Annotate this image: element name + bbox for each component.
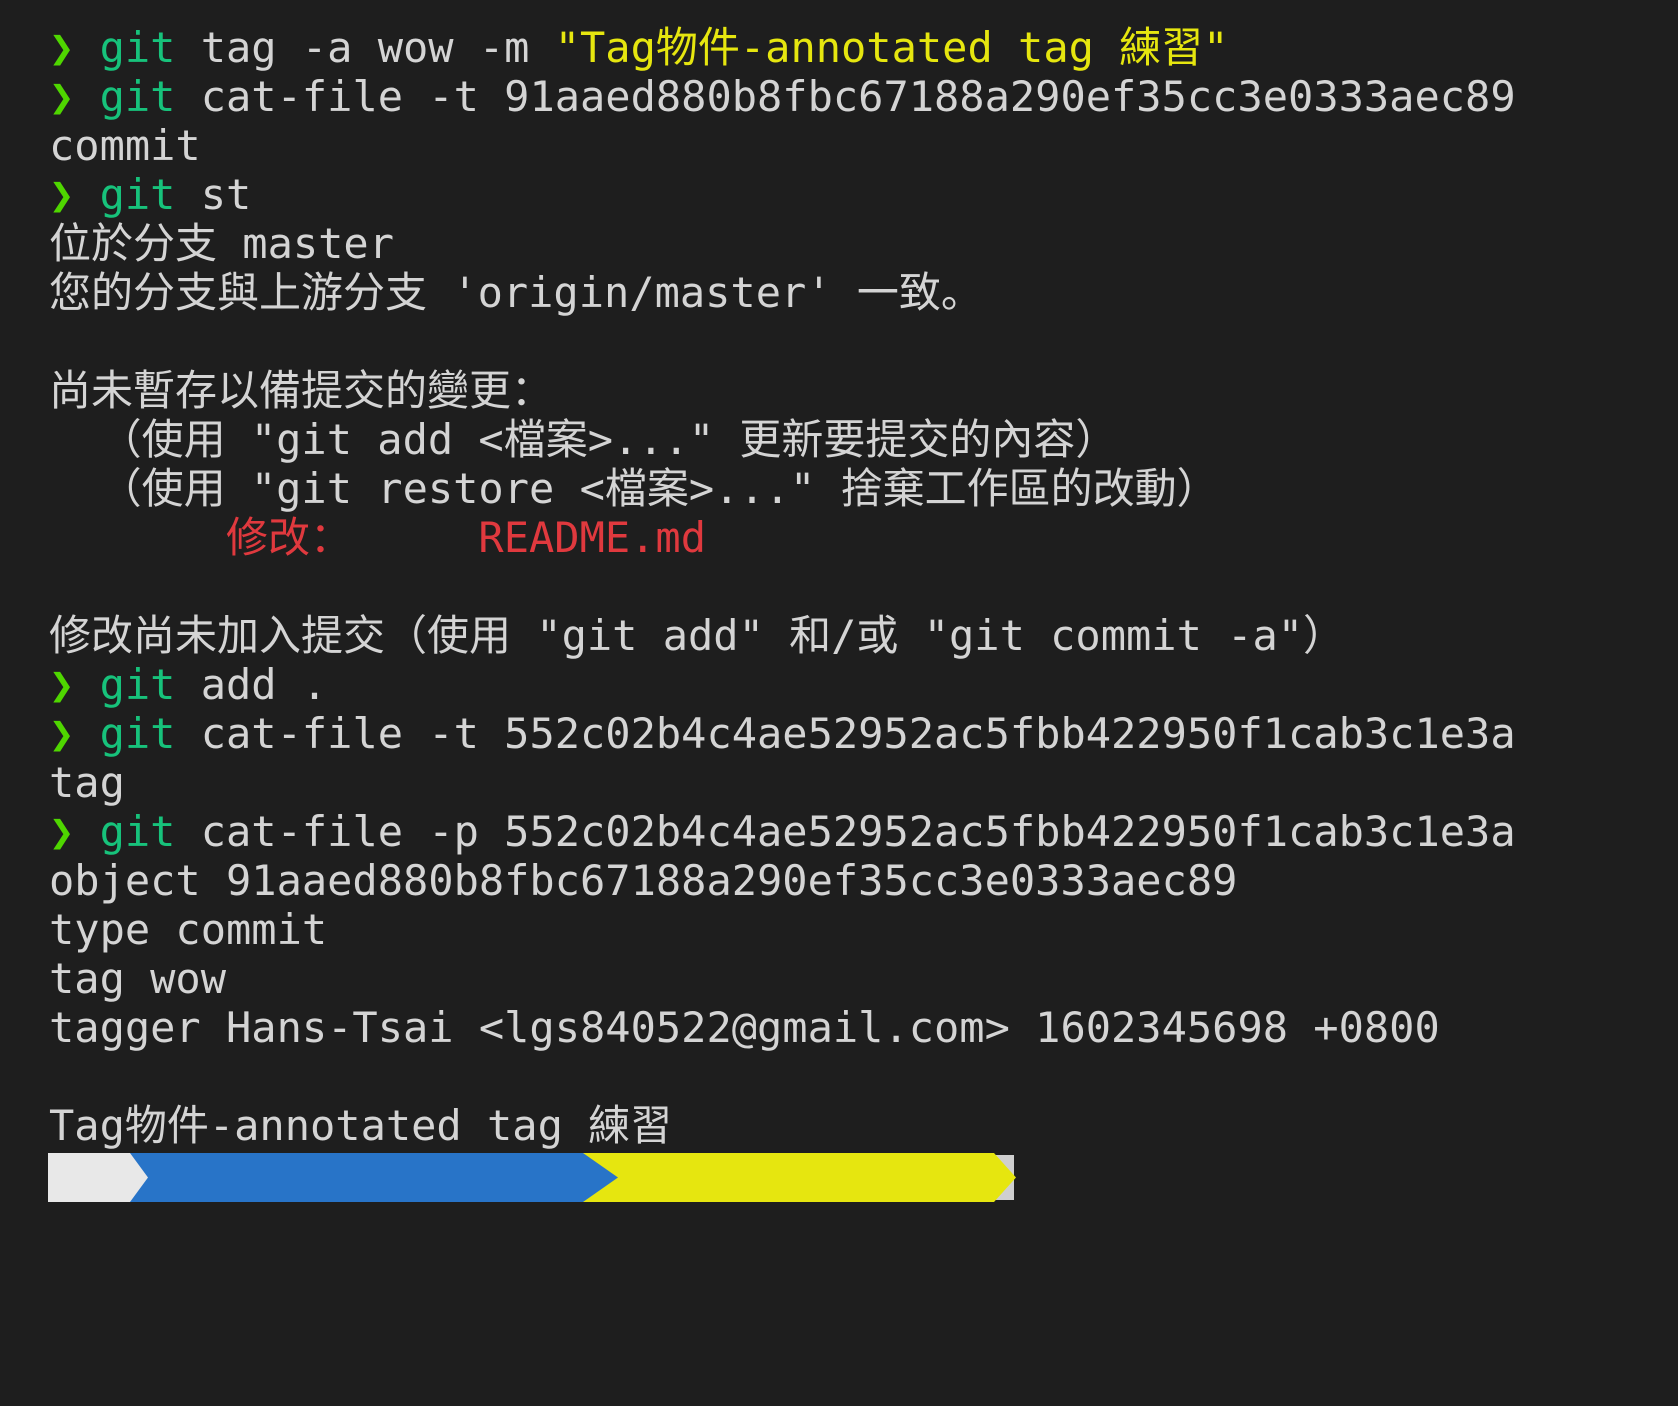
text-git: git (99, 170, 176, 219)
terminal-line: ❯ git cat-file -p 552c02b4c4ae52952ac5fb… (49, 807, 1516, 856)
terminal-line: （使用 "git add <檔案>..." 更新要提交的內容） (49, 415, 1516, 464)
text-text: 您的分支與上游分支 'origin/master' 一致。 (49, 268, 983, 317)
terminal-line: tag (49, 758, 1516, 807)
terminal-line: ❯ git cat-file -t 552c02b4c4ae52952ac5fb… (49, 709, 1516, 758)
terminal-line: type commit (49, 905, 1516, 954)
terminal-line: ❯ git tag -a wow -m "Tag物件-annotated tag… (49, 23, 1516, 72)
terminal-line: Tag物件-annotated tag 練習 (49, 1101, 1516, 1150)
text-git: git (99, 660, 176, 709)
terminal-line: 修改： README.md (49, 513, 1516, 562)
terminal-output: ❯ git tag -a wow -m "Tag物件-annotated tag… (49, 23, 1516, 1150)
text-git: git (99, 72, 176, 121)
prompt-arrow-icon: ❯ (49, 23, 100, 72)
terminal-line: （使用 "git restore <檔案>..." 捨棄工作區的改動） (49, 464, 1516, 513)
text-text: type commit (49, 905, 328, 954)
text-text: （使用 "git add <檔案>..." 更新要提交的內容） (49, 415, 1118, 464)
branch-status: master +1 (677, 1308, 905, 1357)
text-text: cat-file -t 91aaed880b8fbc67188a290ef35c… (175, 72, 1516, 121)
terminal-line: ❯ git cat-file -t 91aaed880b8fbc67188a29… (49, 72, 1516, 121)
terminal-line: 尚未暫存以備提交的變更： (49, 366, 1516, 415)
terminal-line: tag wow (49, 954, 1516, 1003)
prompt-arrow-icon: ❯ (49, 660, 100, 709)
text-text: （使用 "git restore <檔案>..." 捨棄工作區的改動） (49, 464, 1219, 513)
folder-open-icon: ▰ (319, 1214, 338, 1249)
apple-icon: ● (167, 1210, 188, 1250)
text-text: cat-file -p 552c02b4c4ae52952ac5fbb42295… (175, 807, 1516, 856)
terminal-line: 位於分支 master (49, 219, 1516, 268)
text-text: commit (49, 121, 201, 170)
text-modified: 修改： README.md (49, 513, 707, 562)
text-text: st (175, 170, 252, 219)
terminal-line: ❯ git add . (49, 660, 1516, 709)
text-string: "Tag物件-annotated tag 練習" (554, 23, 1229, 72)
prompt-path-segment: ▰ ~/個/G/gitLearn (118, 1153, 618, 1202)
text-text: tag -a wow -m (175, 23, 555, 72)
text-text: 尚未暫存以備提交的變更： (49, 366, 554, 415)
text-text: tag (49, 758, 125, 807)
terminal-line: ❯ git st (49, 170, 1516, 219)
text-text: add . (175, 660, 328, 709)
text-text: 修改尚未加入提交（使用 "git add" 和/或 "git commit -a… (49, 611, 1346, 660)
text-git: git (99, 709, 176, 758)
path-current: gitLearn (387, 1256, 590, 1305)
text-text: Tag物件-annotated tag 練習 (49, 1101, 673, 1150)
prompt-os-segment: ● (48, 1153, 148, 1202)
text-git: git (99, 807, 176, 856)
git-branch-icon: ᛘ (677, 1263, 699, 1304)
prompt-arrow-icon: ❯ (49, 72, 100, 121)
prompt-arrow-icon: ❯ (49, 709, 100, 758)
text-git: git (99, 23, 176, 72)
path-prefix: ~/個/G/ (219, 1256, 388, 1305)
text-text: tag wow (49, 954, 227, 1003)
text-text: tagger Hans-Tsai <lgs840522@gmail.com> 1… (49, 1003, 1440, 1052)
prompt-git-segment: ◉ ᛘ master +1 (576, 1153, 1016, 1202)
terminal-line: commit (49, 121, 1516, 170)
text-text: 位於分支 master (49, 219, 395, 268)
terminal-line: tagger Hans-Tsai <lgs840522@gmail.com> 1… (49, 1003, 1516, 1052)
prompt-arrow-icon: ❯ (49, 170, 100, 219)
terminal-line: 您的分支與上游分支 'origin/master' 一致。 (49, 268, 1516, 317)
text-text: cat-file -t 552c02b4c4ae52952ac5fbb42295… (175, 709, 1516, 758)
text-text: object 91aaed880b8fbc67188a290ef35cc3e03… (49, 856, 1238, 905)
terminal-line: object 91aaed880b8fbc67188a290ef35cc3e03… (49, 856, 1516, 905)
prompt-arrow-icon: ❯ (49, 807, 100, 856)
terminal-line: 修改尚未加入提交（使用 "git add" 和/或 "git commit -a… (49, 611, 1516, 660)
github-octocat-icon: ◉ (719, 1214, 738, 1249)
